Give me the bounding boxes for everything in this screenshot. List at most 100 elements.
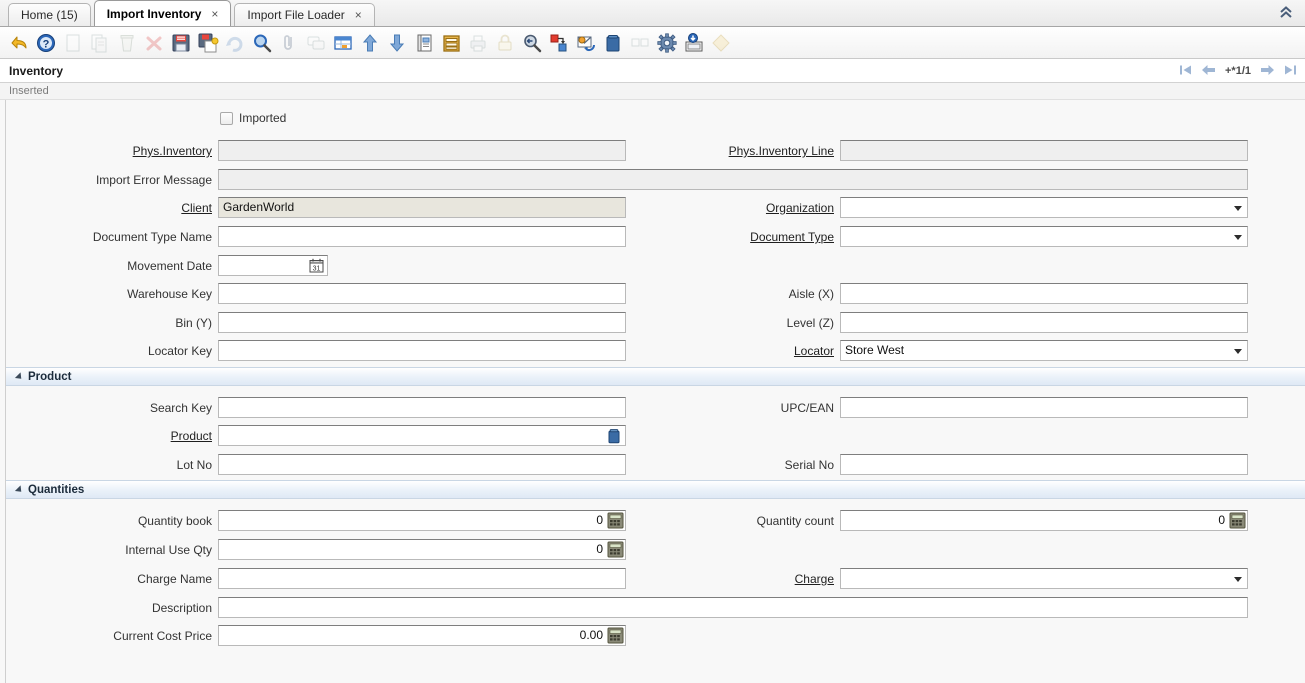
csv-export-icon [627, 30, 653, 56]
chevron-down-icon[interactable] [1234, 206, 1242, 211]
chevron-down-icon[interactable] [1234, 349, 1242, 354]
tab-home[interactable]: Home (15) [8, 3, 91, 26]
field-description[interactable] [218, 597, 1248, 618]
nav-next-button[interactable] [1260, 64, 1275, 78]
detail-record-icon[interactable] [384, 30, 410, 56]
form-content: ImportedPhys.InventoryPhys.Inventory Lin… [6, 100, 1305, 683]
field-import-error-message [218, 169, 1248, 190]
label-import-error-message: Import Error Message [6, 169, 212, 191]
zoom-across-icon[interactable] [519, 30, 545, 56]
status-text: Inserted [9, 85, 49, 97]
record-position: +*1/1 [1225, 65, 1251, 77]
status-line: Inserted [0, 83, 1305, 100]
field-product[interactable] [218, 425, 626, 446]
save-create-new-icon[interactable] [195, 30, 221, 56]
print-icon [465, 30, 491, 56]
label-document-type[interactable]: Document Type [6, 226, 834, 248]
chevron-down-icon[interactable] [1234, 235, 1242, 240]
collapse-all-icon[interactable] [1273, 2, 1299, 24]
record-navigation: +*1/1 [1179, 59, 1297, 83]
preference-icon[interactable] [654, 30, 680, 56]
label-imported[interactable]: Imported [239, 112, 286, 125]
tab-import-inventory-label: Import Inventory [107, 7, 202, 21]
parent-record-icon[interactable] [357, 30, 383, 56]
label-phys-inventory-line[interactable]: Phys.Inventory Line [6, 140, 834, 162]
field-document-type[interactable] [840, 226, 1248, 247]
label-upc-ean: UPC/EAN [6, 397, 834, 419]
tab-close-icon[interactable]: × [211, 7, 218, 21]
field-upc-ean[interactable] [840, 397, 1248, 418]
label-description: Description [6, 597, 212, 619]
find-icon[interactable] [249, 30, 275, 56]
field-charge[interactable] [840, 568, 1248, 589]
label-serial-no: Serial No [6, 454, 834, 476]
help-icon[interactable]: ? [33, 30, 59, 56]
calculator-icon[interactable] [607, 541, 624, 558]
attachment-icon [276, 30, 302, 56]
field-serial-no[interactable] [840, 454, 1248, 475]
svg-text:31: 31 [313, 266, 321, 273]
svg-text:?: ? [43, 38, 50, 50]
label-level-z: Level (Z) [6, 312, 834, 334]
archive-document-icon[interactable] [681, 30, 707, 56]
tab-home-label: Home (15) [21, 8, 78, 22]
chevron-down-icon[interactable] [1234, 577, 1242, 582]
field-current-cost-price[interactable]: 0.00 [218, 625, 626, 646]
tab-import-inventory[interactable]: Import Inventory × [94, 0, 232, 26]
undo-icon[interactable] [6, 30, 32, 56]
label-aisle-x: Aisle (X) [6, 283, 834, 305]
label-quantity-count: Quantity count [6, 510, 834, 532]
field-quantity-count[interactable]: 0 [840, 510, 1248, 531]
exit-icon [708, 30, 734, 56]
copy-record-icon [87, 30, 113, 56]
page-title: Inventory [9, 64, 63, 78]
calendar-icon[interactable]: 31 [309, 258, 326, 275]
nav-prev-button[interactable] [1201, 64, 1216, 78]
window-title-bar: Inventory +*1/1 [0, 59, 1305, 83]
refresh-icon [222, 30, 248, 56]
form-body: ImportedPhys.InventoryPhys.Inventory Lin… [0, 100, 1305, 683]
request-icon[interactable] [573, 30, 599, 56]
section-title-product: Product [28, 371, 71, 383]
save-icon[interactable] [168, 30, 194, 56]
field-internal-use-qty[interactable]: 0 [218, 539, 626, 560]
nav-first-button[interactable] [1179, 64, 1192, 78]
section-header-product[interactable]: Product [6, 367, 1305, 386]
field-phys-inventory-line [840, 140, 1248, 161]
lock-icon [492, 30, 518, 56]
new-record-icon [60, 30, 86, 56]
toolbar: ? [0, 27, 1305, 59]
label-charge[interactable]: Charge [6, 568, 834, 590]
tab-import-file-loader-label: Import File Loader [247, 8, 344, 22]
field-organization[interactable] [840, 197, 1248, 218]
product-info-icon[interactable] [600, 30, 626, 56]
label-locator[interactable]: Locator [6, 340, 834, 362]
label-movement-date: Movement Date [6, 255, 212, 277]
label-organization[interactable]: Organization [6, 197, 834, 219]
calculator-icon[interactable] [607, 627, 624, 644]
checkbox-imported[interactable] [220, 112, 233, 125]
nav-last-button[interactable] [1284, 64, 1297, 78]
section-title-quantities: Quantities [28, 484, 84, 496]
collapse-triangle-icon [15, 485, 24, 494]
chat-icon [303, 30, 329, 56]
field-locator[interactable]: Store West [840, 340, 1248, 361]
label-product[interactable]: Product [6, 425, 212, 447]
label-current-cost-price: Current Cost Price [6, 625, 212, 647]
archive-icon[interactable] [438, 30, 464, 56]
tab-close-icon[interactable]: × [355, 8, 362, 22]
delete-selection-icon [141, 30, 167, 56]
section-header-quantities[interactable]: Quantities [6, 480, 1305, 499]
calculator-icon[interactable] [1229, 512, 1246, 529]
product-lookup-icon[interactable] [606, 428, 623, 445]
report-icon[interactable] [411, 30, 437, 56]
collapse-triangle-icon [15, 372, 24, 381]
delete-record-icon [114, 30, 140, 56]
field-aisle-x[interactable] [840, 283, 1248, 304]
active-workflow-icon[interactable] [546, 30, 572, 56]
field-level-z[interactable] [840, 312, 1248, 333]
tab-bar: Home (15) Import Inventory × Import File… [0, 0, 1305, 27]
tab-import-file-loader[interactable]: Import File Loader × [234, 3, 374, 26]
label-internal-use-qty: Internal Use Qty [6, 539, 212, 561]
grid-toggle-icon[interactable] [330, 30, 356, 56]
